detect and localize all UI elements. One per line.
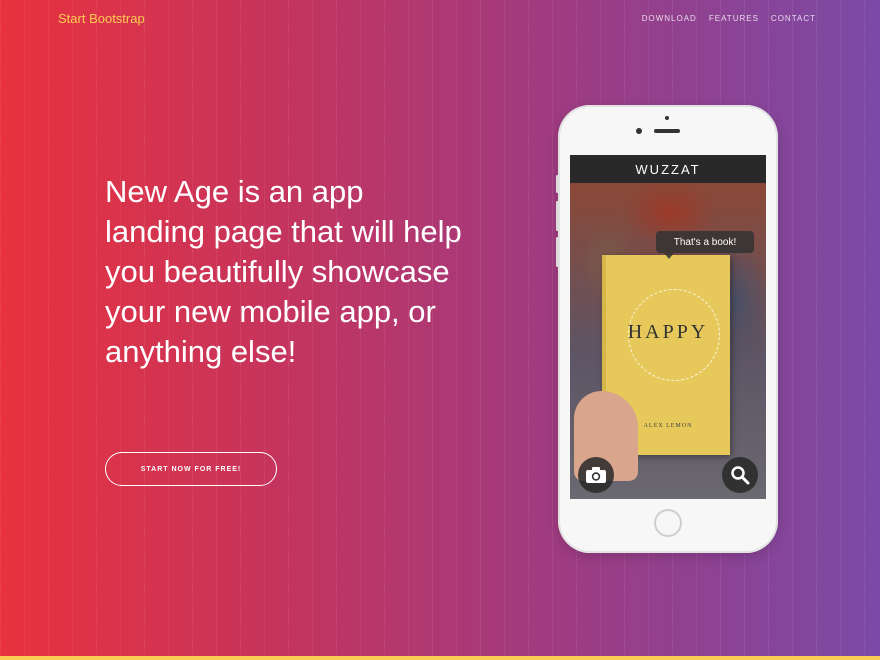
app-title-bar: WUZZAT (570, 155, 766, 183)
search-icon (731, 466, 750, 485)
brand-link[interactable]: Start Bootstrap (58, 11, 145, 26)
phone-volume-up (556, 201, 559, 231)
phone-camera (636, 128, 642, 134)
phone-sensor (665, 116, 669, 120)
phone-speaker (654, 129, 680, 133)
navbar: Start Bootstrap DOWNLOAD FEATURES CONTAC… (0, 0, 880, 38)
nav-links: DOWNLOAD FEATURES CONTACT (642, 14, 816, 23)
hero-headline: New Age is an app landing page that will… (105, 174, 462, 369)
bottom-accent-bar (0, 656, 880, 660)
search-button[interactable] (722, 457, 758, 493)
camera-icon (586, 467, 606, 483)
camera-button[interactable] (578, 457, 614, 493)
start-now-button[interactable]: START NOW FOR FREE! (105, 452, 277, 486)
phone-home-button (654, 509, 682, 537)
phone-volume-down (556, 237, 559, 267)
book-title: HAPPY (627, 321, 709, 343)
phone-mockup: WUZZAT HAPPY ALEX LEMON That's a book! (556, 105, 778, 553)
nav-link-features[interactable]: FEATURES (709, 14, 759, 23)
phone-side-button (556, 175, 559, 193)
phone-screen: WUZZAT HAPPY ALEX LEMON That's a book! (570, 155, 766, 499)
nav-link-download[interactable]: DOWNLOAD (642, 14, 697, 23)
tooltip-tail (664, 253, 674, 259)
detection-tooltip: That's a book! (656, 231, 754, 253)
nav-link-contact[interactable]: CONTACT (771, 14, 816, 23)
